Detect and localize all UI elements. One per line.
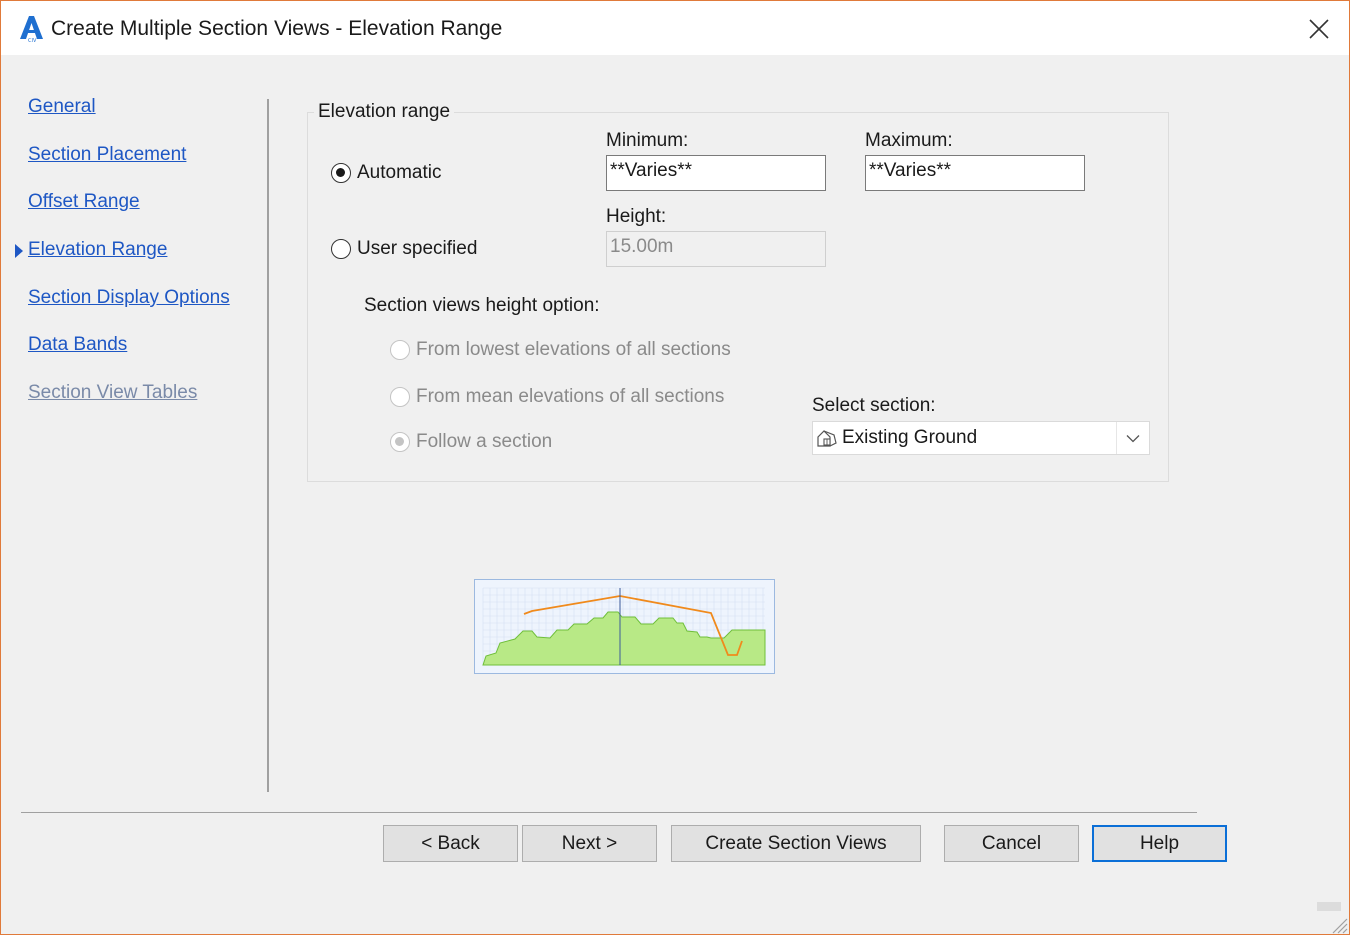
follow-section-radio <box>390 432 410 452</box>
automatic-label: Automatic <box>357 162 442 183</box>
maximum-label: Maximum: <box>865 130 953 151</box>
nav-item-elevation-range[interactable]: Elevation Range <box>28 239 167 261</box>
nav-item-offset-range[interactable]: Offset Range <box>28 191 140 213</box>
user-specified-label: User specified <box>357 238 478 259</box>
mean-elevations-option: From mean elevations of all sections <box>390 386 724 408</box>
maximum-field[interactable]: **Varies** <box>865 155 1085 191</box>
lowest-elevations-option: From lowest elevations of all sections <box>390 339 731 361</box>
lowest-elevations-radio <box>390 340 410 360</box>
active-page-arrow-icon <box>15 244 23 258</box>
lowest-elevations-label: From lowest elevations of all sections <box>416 339 731 360</box>
automatic-radio[interactable] <box>331 163 351 183</box>
height-label: Height: <box>606 206 667 227</box>
height-field: 15.00m <box>606 231 826 267</box>
nav-item-data-bands[interactable]: Data Bands <box>28 334 127 356</box>
nav-item-section-placement[interactable]: Section Placement <box>28 144 186 166</box>
mean-elevations-label: From mean elevations of all sections <box>416 386 725 407</box>
follow-section-label: Follow a section <box>416 431 553 452</box>
nav-item-section-view-tables: Section View Tables <box>28 382 198 403</box>
window-title: Create Multiple Section Views - Elevatio… <box>51 17 503 40</box>
help-button[interactable]: Help <box>1092 825 1227 862</box>
nav-divider <box>267 99 269 792</box>
resize-grip-icon[interactable] <box>1317 901 1349 934</box>
close-icon[interactable] <box>1297 9 1341 49</box>
nav-item-section-display-options[interactable]: Section Display Options <box>28 287 230 309</box>
create-section-views-button[interactable]: Create Section Views <box>671 825 921 862</box>
follow-section-option: Follow a section <box>390 431 552 453</box>
automatic-radio-option[interactable]: Automatic <box>331 162 441 184</box>
nav-item-general[interactable]: General <box>28 96 96 118</box>
cancel-button[interactable]: Cancel <box>944 825 1079 862</box>
next-button[interactable]: Next > <box>522 825 657 862</box>
user-specified-radio[interactable] <box>331 239 351 259</box>
select-section-label: Select section: <box>812 395 936 416</box>
height-option-label: Section views height option: <box>364 295 600 316</box>
mean-elevations-radio <box>390 387 410 407</box>
back-button[interactable]: < Back <box>383 825 518 862</box>
autocad-civil-icon: CIV <box>20 16 43 43</box>
bottom-separator <box>21 812 1197 813</box>
select-section-dropdown[interactable]: Existing Ground <box>812 421 1150 455</box>
select-section-value: Existing Ground <box>842 427 978 448</box>
user-specified-radio-option[interactable]: User specified <box>331 238 477 260</box>
svg-text:CIV: CIV <box>28 38 37 43</box>
section-view-preview-image <box>474 579 775 674</box>
dropdown-arrow[interactable] <box>1116 422 1149 454</box>
title-bar: CIV Create Multiple Section Views - Elev… <box>1 1 1349 55</box>
surface-icon <box>817 430 837 447</box>
dialog-window: CIV Create Multiple Section Views - Elev… <box>0 0 1350 935</box>
minimum-field[interactable]: **Varies** <box>606 155 826 191</box>
elevation-range-group-title: Elevation range <box>314 101 455 123</box>
chevron-down-icon <box>1126 434 1140 442</box>
minimum-label: Minimum: <box>606 130 689 151</box>
